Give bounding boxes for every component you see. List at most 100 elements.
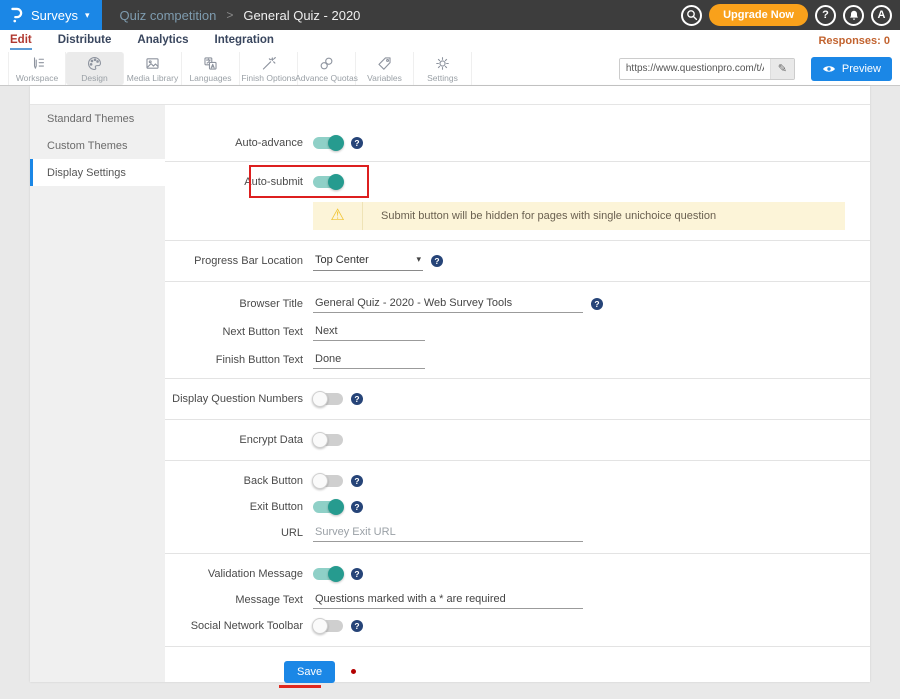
next-button-text-input[interactable] (313, 323, 425, 341)
back-button-label: Back Button (165, 475, 313, 487)
social-network-toolbar-toggle[interactable] (313, 620, 343, 632)
finish-button-text-input[interactable] (313, 351, 425, 369)
topbar-actions: Upgrade Now ? A (681, 4, 900, 26)
exit-url-input[interactable] (313, 524, 583, 542)
account-avatar[interactable]: A (871, 5, 892, 26)
display-question-numbers-toggle[interactable] (313, 393, 343, 405)
browser-title-input[interactable] (313, 295, 583, 313)
edit-toolbar: Workspace Design Media Library Languages… (0, 52, 900, 86)
translate-icon (201, 55, 220, 72)
encrypt-data-label: Encrypt Data (165, 434, 313, 446)
breadcrumb-separator: > (226, 8, 233, 22)
breadcrumb-survey-name[interactable]: General Quiz - 2020 (243, 8, 360, 23)
divider (165, 240, 870, 241)
chevron-down-icon: ▾ (85, 10, 90, 21)
warning-triangle-icon: ⚠ (330, 208, 344, 224)
upgrade-now-button[interactable]: Upgrade Now (709, 4, 808, 26)
validation-message-toggle[interactable] (313, 568, 343, 580)
back-button-help-icon[interactable]: ? (351, 475, 363, 487)
toolbar-tab-advance-quotas[interactable]: Advance Quotas (298, 52, 356, 85)
design-palette-icon (85, 55, 104, 72)
toolbar-tab-media-library[interactable]: Media Library (124, 52, 182, 85)
eye-icon (822, 64, 836, 74)
toolbar-tab-design[interactable]: Design (66, 52, 124, 85)
exit-button-row: Exit Button ? (165, 495, 870, 519)
divider (165, 419, 870, 420)
divider (165, 460, 870, 461)
social-network-toolbar-help-icon[interactable]: ? (351, 620, 363, 632)
tag-icon (375, 55, 394, 72)
finish-button-text-label: Finish Button Text (165, 354, 313, 366)
browser-title-help-icon[interactable]: ? (591, 298, 603, 310)
toolbar-tab-settings[interactable]: Settings (414, 52, 472, 85)
responses-count-link[interactable]: Responses: 0 (818, 35, 890, 47)
exit-url-label: URL (165, 527, 313, 539)
message-text-label: Message Text (165, 594, 313, 606)
toolbar-tab-variables[interactable]: Variables (356, 52, 414, 85)
tab-distribute[interactable]: Distribute (58, 32, 112, 50)
auto-submit-label: Auto-submit (165, 176, 313, 188)
edit-url-button[interactable]: ✎ (770, 59, 794, 79)
search-icon (686, 9, 698, 21)
pencil-icon: ✎ (778, 62, 787, 75)
survey-url-box: ✎ (619, 58, 795, 80)
preview-button[interactable]: Preview (811, 57, 892, 81)
divider (165, 378, 870, 379)
exit-button-label: Exit Button (165, 501, 313, 513)
next-button-text-label: Next Button Text (165, 326, 313, 338)
validation-message-row: Validation Message ? (165, 562, 870, 586)
progress-bar-help-icon[interactable]: ? (431, 255, 443, 267)
exit-button-toggle[interactable] (313, 501, 343, 513)
finish-button-text-row: Finish Button Text (165, 348, 870, 372)
notifications-button[interactable] (843, 5, 864, 26)
encrypt-data-row: Encrypt Data (165, 428, 870, 452)
breadcrumb-folder[interactable]: Quiz competition (120, 8, 217, 23)
survey-url-input[interactable] (620, 59, 770, 79)
auto-submit-warning: ⚠ Submit button will be hidden for pages… (313, 202, 845, 230)
tab-analytics[interactable]: Analytics (137, 32, 188, 50)
workspace-icon (28, 55, 47, 72)
exit-button-help-icon[interactable]: ? (351, 501, 363, 513)
browser-title-label: Browser Title (165, 298, 313, 310)
sidebar-item-standard-themes[interactable]: Standard Themes (30, 105, 165, 132)
tab-edit[interactable]: Edit (10, 32, 32, 50)
auto-advance-help-icon[interactable]: ? (351, 137, 363, 149)
next-button-text-row: Next Button Text (165, 320, 870, 344)
product-switcher[interactable]: Surveys ▾ (0, 0, 102, 30)
progress-bar-location-row: Progress Bar Location Top Center ▾ ? (165, 249, 870, 273)
tab-integration[interactable]: Integration (215, 32, 274, 50)
sidebar-item-custom-themes[interactable]: Custom Themes (30, 132, 165, 159)
progress-bar-location-label: Progress Bar Location (165, 255, 313, 267)
save-button[interactable]: Save (284, 661, 335, 683)
toolbar-tab-workspace[interactable]: Workspace (8, 52, 66, 85)
validation-message-help-icon[interactable]: ? (351, 568, 363, 580)
auto-advance-toggle[interactable] (313, 137, 343, 149)
validation-message-label: Validation Message (165, 568, 313, 580)
display-question-numbers-label: Display Question Numbers (165, 393, 313, 405)
display-question-numbers-help-icon[interactable]: ? (351, 393, 363, 405)
red-underline-annotation (279, 685, 321, 688)
back-button-row: Back Button ? (165, 469, 870, 493)
red-dot-annotation (351, 669, 356, 674)
design-sidebar: Standard Themes Custom Themes Display Se… (30, 105, 165, 682)
toolbar-tab-languages[interactable]: Languages (182, 52, 240, 85)
help-button[interactable]: ? (815, 5, 836, 26)
save-area: Save (165, 659, 870, 699)
dropdown-caret-icon: ▾ (416, 254, 421, 265)
search-button[interactable] (681, 5, 702, 26)
auto-submit-toggle[interactable] (313, 176, 343, 188)
message-text-input[interactable] (313, 591, 583, 609)
back-button-toggle[interactable] (313, 475, 343, 487)
progress-bar-location-select[interactable]: Top Center ▾ (313, 252, 423, 271)
breadcrumb: Quiz competition > General Quiz - 2020 (120, 8, 361, 23)
sidebar-item-display-settings[interactable]: Display Settings (30, 159, 165, 186)
browser-title-row: Browser Title ? (165, 292, 870, 316)
image-icon (143, 55, 162, 72)
social-network-toolbar-label: Social Network Toolbar (165, 620, 313, 632)
toolbar-tab-finish-options[interactable]: Finish Options (240, 52, 298, 85)
divider (165, 281, 870, 282)
warning-text: Submit button will be hidden for pages w… (363, 202, 716, 230)
encrypt-data-toggle[interactable] (313, 434, 343, 446)
questionpro-logo-icon (8, 6, 24, 24)
divider (165, 161, 870, 162)
